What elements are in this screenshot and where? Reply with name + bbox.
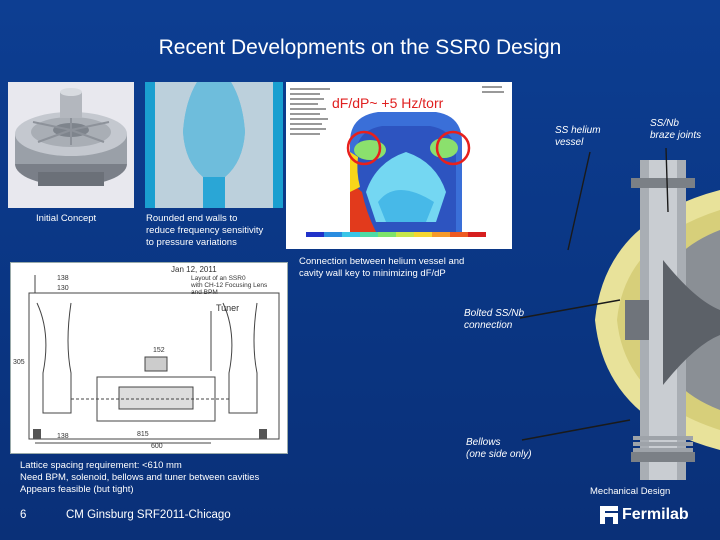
mechanical-design-caption: Mechanical Design (590, 486, 671, 497)
connection-note-line-1: Connection between helium vessel and (299, 256, 465, 267)
drawing-dim-152: 152 (153, 347, 165, 354)
bolted-line-2: connection (464, 320, 513, 331)
initial-concept-caption: Initial Concept (36, 213, 97, 224)
ss-helium-vessel-line-1: SS helium (555, 125, 601, 136)
ss-helium-vessel-caption: SS helium vessel (555, 125, 601, 149)
drawing-layout-note-line-2: with CH-12 Focusing Lens (191, 282, 268, 289)
layout-drawing: Jan 12, 2011 Layout of an SSR0 with CH-1… (10, 262, 288, 454)
drawing-dim-815: 815 (137, 431, 149, 438)
initial-concept-image (8, 82, 134, 208)
connection-note-line-2: cavity wall key to minimizing dF/dP (299, 268, 446, 279)
ss-nb-braze-line-1: SS/Nb (650, 118, 679, 129)
page-number: 6 (20, 509, 27, 521)
drawing-dim-138-bottom: 138 (57, 433, 69, 440)
lattice-line-3: Appears feasible (but tight) (20, 484, 134, 495)
drawing-dim-138-top: 138 (57, 275, 69, 282)
dfdp-overlay-label: dF/dP~ +5 Hz/torr (332, 95, 444, 111)
lattice-line-2: Need BPM, solenoid, bellows and tuner be… (20, 472, 260, 483)
ss-nb-braze-line-2: braze joints (650, 130, 702, 141)
bolted-connection-caption: Bolted SS/Nb connection (464, 308, 524, 332)
rounded-walls-caption: Rounded end walls to reduce frequency se… (146, 213, 263, 249)
ss-helium-vessel-line-2: vessel (555, 137, 584, 148)
drawing-dim-600: 600 (151, 443, 163, 450)
drawing-layout-note-line-1: Layout of an SSR0 (191, 275, 246, 282)
lattice-notes: Lattice spacing requirement: <610 mm Nee… (20, 460, 259, 496)
fermilab-logo-icon (600, 506, 618, 524)
rounded-wall-section-image (145, 82, 283, 208)
footer-credit: CM Ginsburg SRF2011-Chicago (66, 509, 231, 521)
mechanical-design-image (545, 160, 720, 480)
rounded-walls-line-1: Rounded end walls to (146, 213, 238, 224)
slide-title: Recent Developments on the SSR0 Design (158, 36, 562, 59)
fermilab-logo: Fermilab (600, 506, 689, 524)
drawing-layout-note-line-3: and BPM (191, 289, 218, 296)
ss-nb-braze-caption: SS/Nb braze joints (650, 118, 701, 142)
rounded-walls-line-2: reduce frequency sensitivity (146, 225, 264, 236)
bellows-line-1: Bellows (466, 437, 501, 448)
drawing-dim-305: 305 (13, 359, 25, 366)
slide: Recent Developments on the SSR0 Design I… (0, 0, 720, 540)
bellows-line-2: (one side only) (466, 449, 532, 460)
drawing-tuner-label: Tuner (216, 303, 240, 313)
drawing-layout-note: Layout of an SSR0 with CH-12 Focusing Le… (191, 275, 267, 296)
bolted-line-1: Bolted SS/Nb (464, 308, 525, 319)
bellows-caption: Bellows (one side only) (466, 437, 532, 461)
lattice-line-1: Lattice spacing requirement: <610 mm (20, 460, 182, 471)
drawing-dim-130: 130 (57, 285, 69, 292)
drawing-date: Jan 12, 2011 (171, 265, 217, 274)
fermilab-logo-text: Fermilab (622, 506, 689, 523)
rounded-walls-line-3: to pressure variations (146, 237, 237, 248)
connection-note: Connection between helium vessel and cav… (299, 256, 464, 280)
